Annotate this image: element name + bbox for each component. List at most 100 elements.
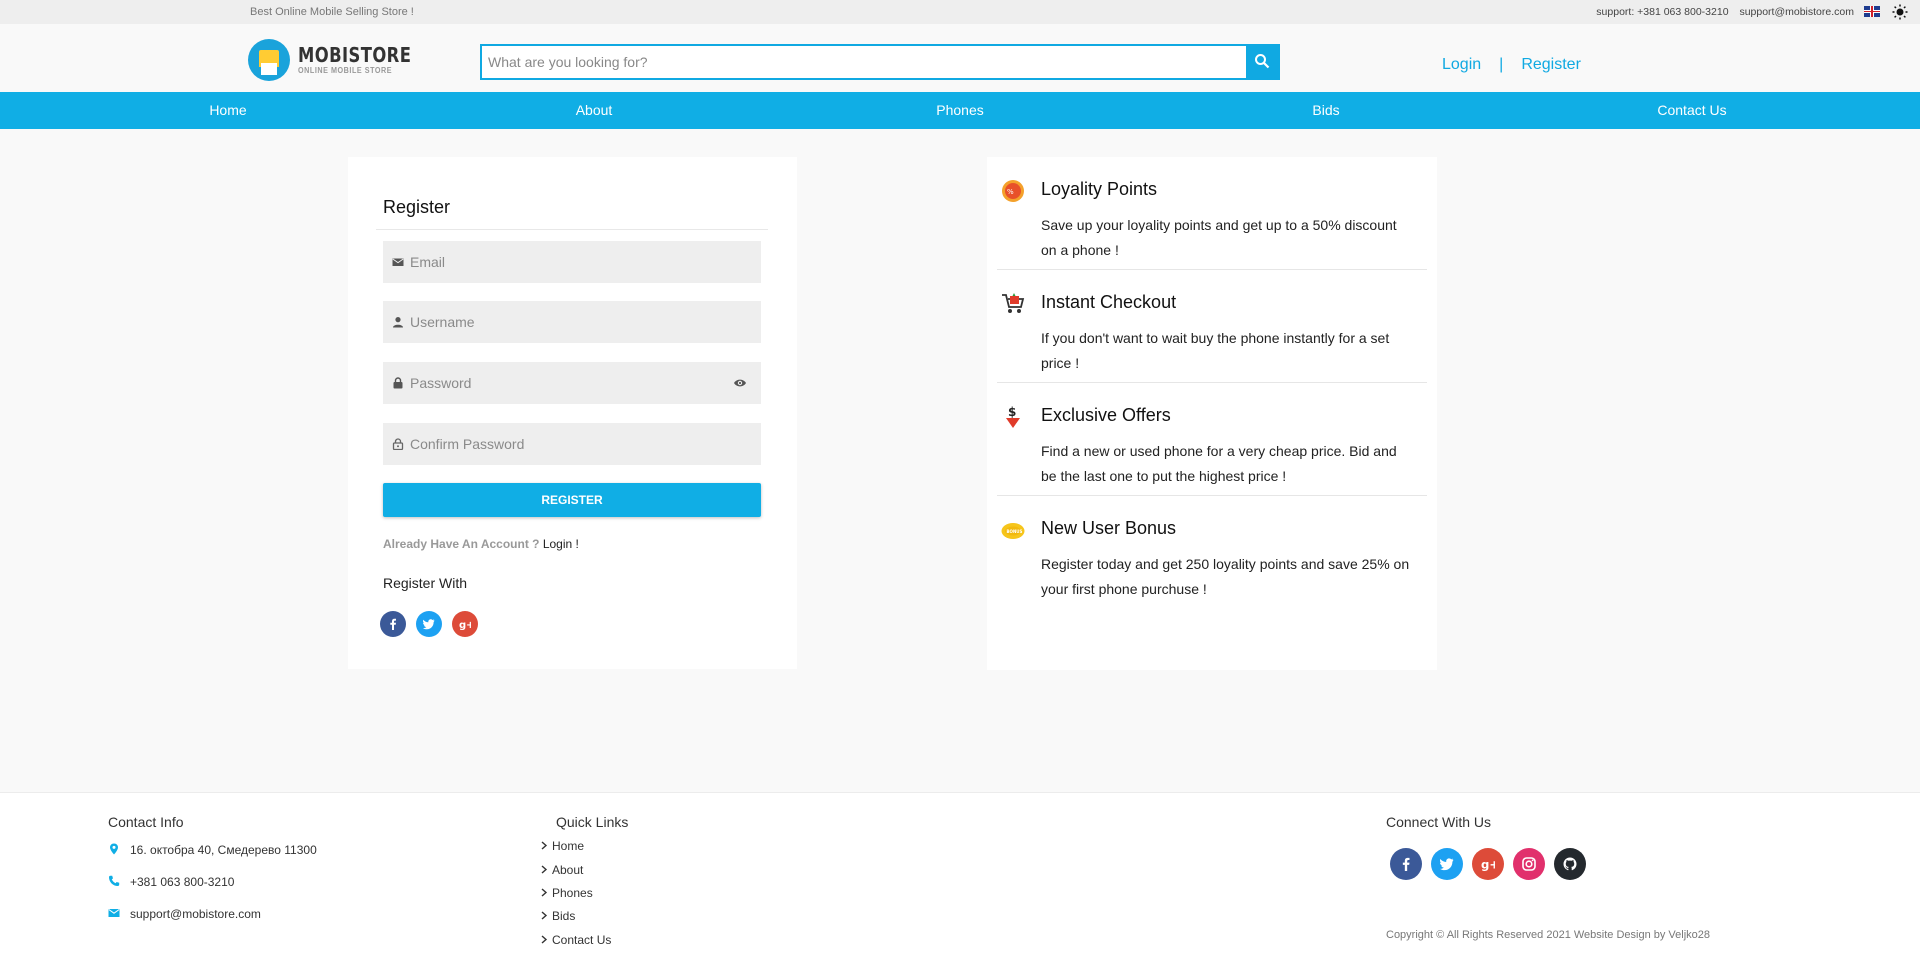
quick-link-label: Contact Us — [552, 933, 612, 947]
bonus-badge-icon: BONUS — [1001, 523, 1025, 539]
register-link[interactable]: Register — [1521, 56, 1581, 73]
quick-link-label: Bids — [552, 909, 576, 923]
register-with-label: Register With — [383, 575, 468, 591]
copyright-text: Copyright © All Rights Reserved 2021 Web… — [1386, 929, 1711, 941]
uk-flag-icon[interactable] — [1864, 6, 1880, 17]
benefit-item: % Loyality Points Save up your loyality … — [987, 157, 1437, 270]
twitter-link[interactable] — [1431, 848, 1463, 880]
login-now-link[interactable]: Login ! — [543, 537, 579, 551]
github-link[interactable] — [1554, 848, 1586, 880]
search-icon — [1255, 54, 1270, 69]
quick-link-label: Phones — [552, 886, 593, 900]
register-card: Register REGISTER Already Have An Accoun… — [348, 157, 797, 669]
connect-title: Connect With Us — [1386, 814, 1492, 830]
twitter-icon — [423, 619, 435, 630]
benefits-card: % Loyality Points Save up your loyality … — [987, 157, 1437, 670]
auth-links: Login | Register — [1442, 56, 1581, 74]
facebook-icon — [390, 618, 396, 630]
nav-item-phones[interactable]: Phones — [936, 102, 983, 118]
svg-text:%: % — [1007, 188, 1014, 196]
benefit-description: Register today and get 250 loyality poin… — [1041, 556, 1410, 597]
nav-item-about[interactable]: About — [576, 102, 613, 118]
site-logo[interactable]: MOBISTORE ONLINE MOBILE STORE — [248, 39, 412, 81]
quick-links-title: Quick Links — [556, 814, 629, 830]
nav-item-contact-us[interactable]: Contact Us — [1657, 102, 1726, 118]
benefit-title: Loyality Points — [1041, 179, 1158, 199]
benefit-description: If you don't want to wait buy the phone … — [1041, 330, 1390, 371]
contact-info-title: Contact Info — [108, 814, 184, 830]
have-account-label: Already Have An Account ? — [383, 537, 540, 551]
logo-subtitle: ONLINE MOBILE STORE — [298, 66, 393, 75]
facebook-link[interactable] — [1390, 848, 1422, 880]
auth-separator: | — [1499, 56, 1504, 73]
site-header: MOBISTORE ONLINE MOBILE STORE Login | Regi… — [0, 24, 1920, 92]
username-field — [383, 301, 761, 343]
search-bar — [480, 44, 1280, 80]
benefit-description: Find a new or used phone for a very chea… — [1041, 443, 1397, 484]
address-text: 16. октобра 40, Смедерево 11300 — [130, 843, 317, 857]
nav-item-home[interactable]: Home — [209, 102, 246, 118]
chevron-right-icon — [541, 865, 548, 874]
search-button[interactable] — [1246, 46, 1278, 78]
nav-item-bids[interactable]: Bids — [1312, 102, 1339, 118]
register-divider — [376, 229, 768, 230]
benefit-item: $ Exclusive Offers Find a new or used ph… — [987, 383, 1437, 496]
benefit-title: New User Bonus — [1041, 518, 1177, 538]
instagram-icon — [1522, 857, 1536, 871]
twitter-register-button[interactable] — [416, 611, 442, 637]
chevron-right-icon — [541, 841, 548, 850]
svg-text:BONUS: BONUS — [1007, 529, 1023, 534]
github-icon — [1563, 857, 1577, 871]
lock-outline-icon — [392, 438, 404, 450]
support-phone: support: +381 063 800-3210 — [1596, 6, 1729, 18]
logo-name: MOBISTORE — [298, 43, 412, 67]
confirm-password-field — [383, 423, 761, 465]
facebook-register-button[interactable] — [380, 611, 406, 637]
top-bar: Best Online Mobile Selling Store ! suppo… — [0, 0, 1920, 24]
have-account-text: Already Have An Account ? Login ! — [383, 537, 579, 551]
show-password-eye-icon[interactable] — [733, 378, 747, 388]
email-text[interactable]: support@mobistore.com — [130, 907, 261, 921]
email-field — [383, 241, 761, 283]
email-input[interactable] — [410, 241, 730, 283]
mail-icon — [108, 909, 120, 917]
svg-text:g+: g+ — [459, 620, 471, 630]
google-plus-register-button[interactable]: g+ — [452, 611, 478, 637]
phone-text: +381 063 800-3210 — [130, 875, 235, 889]
confirm-password-input[interactable] — [410, 423, 730, 465]
password-input[interactable] — [410, 362, 730, 404]
svg-text:g+: g+ — [1481, 858, 1495, 871]
support-email[interactable]: support@mobistore.com — [1739, 6, 1854, 18]
benefit-item: Instant Checkout If you don't want to wa… — [987, 270, 1437, 383]
chevron-right-icon — [541, 888, 548, 897]
loyalty-points-icon: % — [1002, 180, 1024, 202]
shopping-cart-icon — [1002, 293, 1025, 313]
mail-icon — [392, 258, 404, 266]
instagram-link[interactable] — [1513, 848, 1545, 880]
quick-link-label: Home — [552, 839, 585, 853]
main-nav: Home About Phones Bids Contact Us — [0, 92, 1920, 129]
benefit-title: Instant Checkout — [1041, 292, 1177, 312]
username-input[interactable] — [410, 301, 730, 343]
theme-toggle-sun-icon[interactable] — [1892, 4, 1908, 20]
register-title: Register — [383, 197, 451, 217]
google-plus-link[interactable]: g+ — [1472, 848, 1504, 880]
twitter-icon — [1440, 858, 1454, 871]
password-field — [383, 362, 761, 404]
location-pin-icon — [110, 843, 118, 855]
chevron-right-icon — [541, 911, 548, 920]
login-link[interactable]: Login — [1442, 56, 1481, 73]
phone-icon — [109, 875, 120, 886]
dollar-offer-icon: $ — [1006, 405, 1020, 428]
lock-icon — [393, 377, 403, 389]
quick-link-label: About — [552, 863, 584, 877]
benefit-title: Exclusive Offers — [1041, 405, 1171, 425]
facebook-icon — [1402, 857, 1410, 871]
chevron-right-icon — [541, 935, 548, 944]
search-input[interactable] — [488, 46, 1208, 78]
benefit-item: BONUS New User Bonus Register today and … — [987, 496, 1437, 609]
top-contacts: support: +381 063 800-3210 support@mobis… — [1588, 6, 1854, 18]
site-footer: Contact Info 16. октобра 40, Смедерево 1… — [0, 792, 1920, 969]
google-plus-icon: g+ — [459, 620, 471, 630]
register-submit-button[interactable]: REGISTER — [383, 483, 761, 517]
